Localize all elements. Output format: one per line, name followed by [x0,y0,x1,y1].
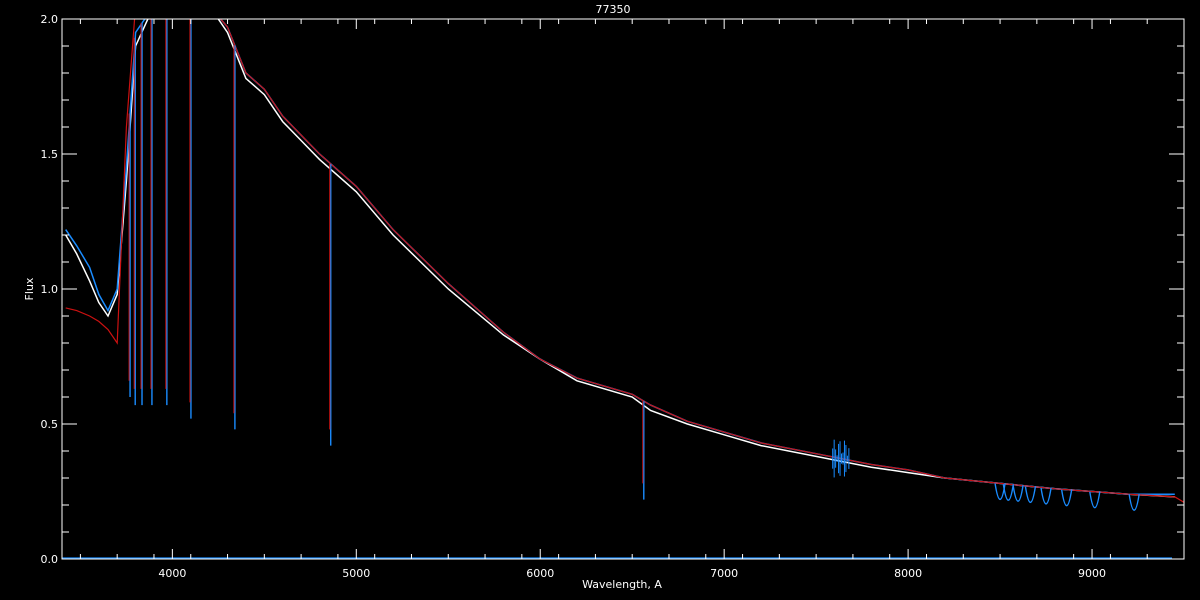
spectrum-chart: 77350 4000 5000 6000 7000 8000 9000 0.0 0.5 1.0… [0,0,1200,600]
chart-title: 77350 [596,3,631,16]
x-axis-label: Wavelength, A [582,578,662,591]
y-tick-label: 1.0 [41,283,59,296]
y-tick-label: 0.0 [41,553,59,566]
x-tick-label: 5000 [342,567,370,580]
y-tick-label: 1.5 [41,148,59,161]
y-axis-label: Flux [23,277,36,300]
x-tick-label: 6000 [526,567,554,580]
x-tick-label: 4000 [158,567,186,580]
y-tick-label: 2.0 [41,13,59,26]
x-tick-label: 9000 [1078,567,1106,580]
x-tick-label: 8000 [894,567,922,580]
y-tick-label: 0.5 [41,418,59,431]
x-tick-label: 7000 [710,567,738,580]
chart-background [0,0,1200,600]
